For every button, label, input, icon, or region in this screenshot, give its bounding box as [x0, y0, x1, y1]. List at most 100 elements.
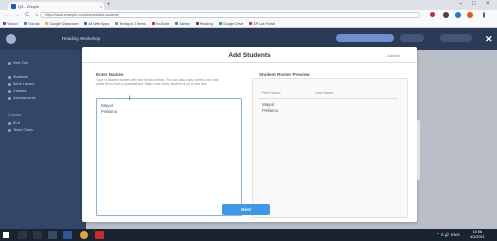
bookmark-item[interactable]: Techspot 2 Items	[115, 21, 146, 26]
bookmark-label: Tutorial	[27, 21, 40, 26]
bookmark-label: YouTube	[155, 21, 170, 26]
tab-favicon-icon	[11, 3, 16, 9]
preview-scrollbar[interactable]	[417, 120, 420, 180]
sidebar-class-label: Team Class	[13, 128, 33, 132]
sidebar-item[interactable]: Students	[8, 75, 28, 79]
sidebar-item-label: Classes	[13, 89, 27, 93]
maximize-button[interactable]: □	[472, 1, 476, 7]
roster-preview-label: Student Roster Preview	[259, 72, 310, 77]
app-title: Reading Workshop	[62, 36, 101, 41]
text-cursor-icon: I	[129, 96, 131, 102]
bookmark-item[interactable]: All Web Apps	[84, 22, 109, 26]
chrome-icon[interactable]	[80, 231, 88, 239]
tab-close-icon[interactable]: ×	[100, 4, 104, 9]
bookmark-label: Yahoo!	[7, 21, 18, 26]
header-menu-button[interactable]	[400, 34, 424, 42]
student-names-textarea[interactable]: Mayol Pellamo	[96, 98, 242, 216]
textarea-line: Pellamo	[101, 109, 118, 114]
modal-divider	[82, 62, 417, 63]
bookmark-icon	[151, 22, 155, 25]
sidebar-item-label: Work Library	[13, 82, 35, 86]
file-explorer-icon[interactable]	[48, 231, 57, 239]
window-close-button[interactable]: ×	[486, 1, 490, 7]
bookmark-item[interactable]: YouTube	[151, 21, 170, 26]
back-icon[interactable]: ←	[4, 12, 10, 18]
extension-icon[interactable]	[430, 12, 435, 17]
class-icon	[8, 128, 11, 132]
sidebar-item[interactable]: Assessments	[8, 96, 36, 100]
bookmark-item[interactable]: AP Lab Portal	[249, 22, 275, 26]
sidebar-item-icon	[8, 89, 11, 93]
browser-tab-strip: Q3 - Zhuyin × + – □ ×	[0, 0, 497, 10]
sidebar-item[interactable]: New Tab	[8, 61, 28, 65]
bookmark-icon	[45, 22, 49, 25]
forward-icon[interactable]: →	[14, 12, 20, 18]
url-input[interactable]: https://www.example.com/classes/add-stud…	[40, 12, 420, 18]
tab-title: Q3 - Zhuyin	[18, 3, 39, 9]
bookmark-item[interactable]: Reading	[195, 22, 213, 26]
sidebar-section-heading: Classes	[8, 113, 22, 117]
modal-title: Add Students	[228, 52, 271, 59]
task-view-icon[interactable]	[33, 231, 42, 239]
system-tray[interactable]: ⌃ ⊙ 🔊 ENG	[436, 232, 460, 237]
bookmark-label: All Web Apps	[88, 21, 110, 26]
bookmark-item[interactable]: Google Drive	[218, 22, 243, 26]
bookmark-item[interactable]: Yahoo!	[3, 22, 18, 26]
sidebar-item-label: Assessments	[13, 96, 36, 100]
preview-row: Mayol	[262, 102, 275, 107]
menu-dots-icon[interactable]	[483, 12, 485, 18]
bookmark-icon	[3, 22, 6, 25]
clock-date: 4/1/2021	[470, 234, 485, 239]
bookmark-icon	[84, 22, 88, 25]
extension-icon[interactable]	[455, 12, 461, 18]
new-tab-button[interactable]: +	[107, 2, 111, 8]
bookmarks-bar: Yahoo! Tutorial Google Classroom All Web Ap…	[0, 20, 497, 28]
mail-icon[interactable]	[63, 231, 72, 239]
bookmark-label: AP Lab Portal	[253, 21, 275, 26]
extension-icon[interactable]	[443, 12, 449, 18]
bookmark-label: Google Classroom	[49, 21, 79, 26]
sidebar-item[interactable]: Classes	[8, 89, 27, 93]
reload-icon[interactable]: C	[24, 12, 30, 18]
bookmark-item[interactable]: Google Classroom	[45, 22, 78, 26]
start-button[interactable]	[3, 232, 9, 238]
cancel-button[interactable]: Cancel	[387, 53, 399, 58]
bookmark-label: Ashley	[179, 21, 190, 26]
last-name-column-header: Last Name	[315, 91, 334, 95]
close-icon[interactable]: ✕	[485, 34, 493, 45]
app-taskbar-icon[interactable]	[95, 231, 104, 239]
bookmark-item[interactable]: Ashley	[175, 22, 190, 26]
bookmark-icon	[175, 22, 179, 25]
search-icon[interactable]	[18, 231, 27, 239]
sidebar-class-item[interactable]: Team Class	[8, 128, 33, 132]
header-action-button[interactable]	[336, 34, 394, 42]
preview-header-divider	[258, 98, 398, 99]
header-user-button[interactable]	[440, 34, 472, 42]
profile-avatar[interactable]	[467, 12, 473, 18]
sidebar-item[interactable]: Work Library	[8, 82, 34, 86]
bookmark-icon	[195, 22, 199, 25]
bookmark-icon	[218, 22, 222, 25]
address-bar-row: ← → C ⌂ https://www.example.com/classes/…	[0, 10, 497, 20]
bookmark-label: Techspot 2 Items	[119, 21, 146, 26]
bookmark-item[interactable]: Tutorial	[23, 21, 40, 26]
next-button[interactable]: Next	[222, 204, 270, 215]
clock[interactable]: 10:06 4/1/2021	[470, 230, 485, 239]
sidebar-item-icon	[8, 75, 11, 79]
class-icon	[8, 121, 11, 125]
first-name-column-header: First Name	[262, 91, 281, 95]
help-text: Type in student names with line breaks b…	[96, 78, 219, 86]
sidebar-class-item[interactable]: ELA	[8, 121, 20, 125]
bookmark-icon	[115, 22, 119, 25]
bookmark-icon	[249, 22, 253, 25]
sidebar: New Tab Students Work Library Classes Assess…	[0, 50, 86, 229]
windows-taskbar: ⌃ ⊙ 🔊 ENG 10:06 4/1/2021	[0, 229, 497, 241]
sidebar-item-label: Students	[13, 75, 28, 79]
minimize-button[interactable]: –	[459, 1, 462, 7]
sidebar-item-icon	[8, 82, 11, 86]
sidebar-class-label: ELA	[13, 121, 21, 125]
enter-names-label: Enter Names	[96, 72, 124, 77]
roster-preview-panel	[252, 78, 408, 218]
browser-tab[interactable]: Q3 - Zhuyin ×	[8, 2, 104, 10]
bookmark-icon	[23, 22, 27, 25]
